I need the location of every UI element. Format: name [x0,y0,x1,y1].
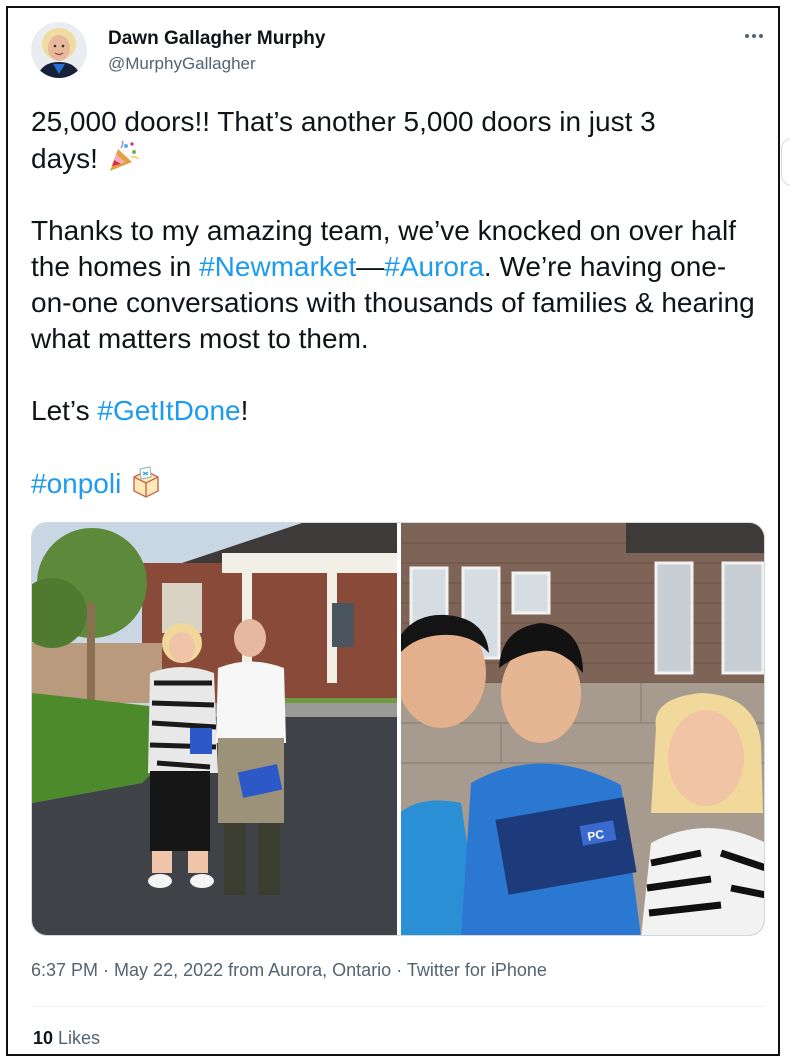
tweet-text: 25,000 doors!! That’s another 5,000 door… [31,104,761,502]
meta-separator: · [391,960,407,980]
tweet-media-grid[interactable]: PC [31,522,765,936]
tweet-paragraph-1: 25,000 doors!! That’s another 5,000 door… [31,104,761,177]
tweet-paragraph-2: Thanks to my amazing team, we’ve knocked… [31,213,761,357]
tweet-dash: — [356,251,385,282]
tweet-line-2: days! [31,143,98,174]
tweet-text-segment: Let’s [31,395,98,426]
likes-count[interactable]: 10 Likes [33,1028,100,1049]
side-scroll-button[interactable] [781,138,790,186]
tweet-date[interactable]: May 22, 2022 [114,960,223,980]
divider [31,1006,765,1007]
hashtag-getitdone[interactable]: #GetItDone [97,395,240,426]
hashtag-aurora[interactable]: #Aurora [384,251,484,282]
author-handle[interactable]: @MurphyGallagher [108,54,256,74]
tweet-meta: 6:37 PM · May 22, 2022 from Aurora, Onta… [31,960,547,981]
tweet-location[interactable]: Aurora, Ontario [268,960,391,980]
tweet-client[interactable]: Twitter for iPhone [407,960,547,980]
tweet-paragraph-3: Let’s #GetItDone! [31,393,761,429]
photo-door-knocking-pair[interactable] [32,523,397,935]
meta-separator: · [98,960,115,980]
avatar[interactable] [31,22,87,78]
hashtag-newmarket[interactable]: #Newmarket [199,251,356,282]
flyer-logo-text: PC [586,827,605,844]
tweet-line-1: 25,000 doors!! That’s another 5,000 door… [31,106,656,137]
more-horizontal-icon[interactable] [742,26,766,46]
ballot-box-emoji-icon [129,465,163,499]
party-popper-emoji-icon [106,140,140,174]
hashtag-onpoli[interactable]: #onpoli [31,468,121,499]
likes-number: 10 [33,1028,54,1048]
meta-from: from [223,960,269,980]
likes-label: Likes [53,1028,101,1048]
tweet-time[interactable]: 6:37 PM [31,960,98,980]
tweet-text-segment: ! [240,395,249,426]
tweet-paragraph-4: #onpoli [31,465,761,502]
photo-volunteers-selfie[interactable]: PC [391,523,764,935]
author-name[interactable]: Dawn Gallagher Murphy [108,28,325,50]
